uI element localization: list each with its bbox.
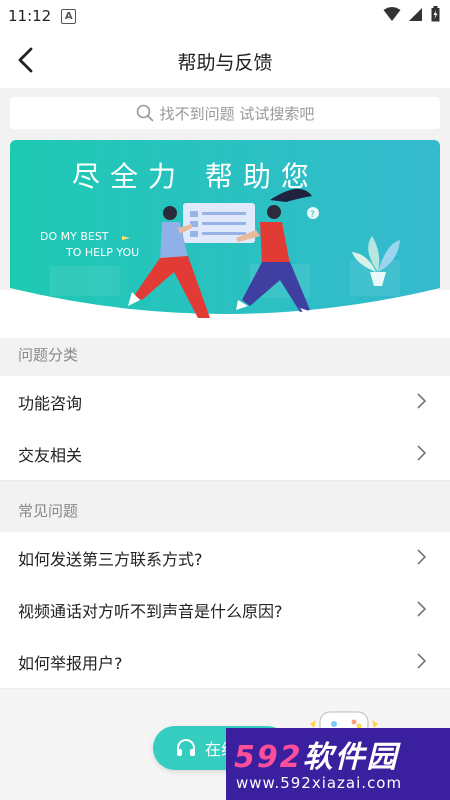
banner-line2: TO HELP YOU (65, 246, 139, 259)
app-bar: 帮助与反馈 (0, 32, 450, 88)
banner-illustration: 尽全力 帮助您 DO MY BEST TO HELP YOU ? (10, 140, 440, 318)
faq-item[interactable]: 视频通话对方听不到声音是什么原因? (0, 584, 450, 637)
category-item-friends[interactable]: 交友相关 (0, 428, 450, 481)
watermark: 592软件园 www.592xiazai.com (226, 728, 450, 800)
faq-header: 常见问题 (18, 502, 79, 520)
wifi-icon (383, 7, 401, 21)
signal-icon (409, 8, 422, 21)
category-item-function[interactable]: 功能咨询 (0, 376, 450, 429)
chevron-right-icon (417, 549, 427, 565)
chevron-right-icon (417, 653, 427, 669)
list-item-label: 如何发送第三方联系方式? (18, 550, 203, 569)
banner-line1: DO MY BEST (40, 230, 109, 243)
faq-item[interactable]: 如何发送第三方联系方式? (0, 532, 450, 585)
help-banner[interactable]: 尽全力 帮助您 DO MY BEST TO HELP YOU ? (10, 140, 440, 318)
chevron-right-icon (417, 445, 427, 461)
search-input[interactable]: 找不到问题 试试搜索吧 (10, 97, 440, 129)
status-time: 11:12 (8, 7, 52, 25)
status-icons (383, 6, 440, 22)
banner-title: 尽全力 帮助您 (72, 160, 319, 193)
list-item-label: 交友相关 (18, 446, 83, 465)
search-icon (136, 104, 153, 122)
chevron-right-icon (417, 393, 427, 409)
list-item-label: 视频通话对方听不到声音是什么原因? (18, 602, 283, 621)
watermark-url: www.592xiazai.com (236, 774, 403, 792)
headset-icon (177, 739, 195, 756)
watermark-logo: 592软件园 (234, 740, 399, 775)
chevron-right-icon (417, 601, 427, 617)
categories-header: 问题分类 (18, 346, 79, 364)
list-item-label: 如何举报用户? (18, 654, 123, 673)
battery-icon (431, 6, 440, 22)
svg-text:?: ? (310, 210, 315, 220)
faq-item[interactable]: 如何举报用户? (0, 636, 450, 689)
page-title: 帮助与反馈 (177, 52, 273, 74)
list-item-label: 功能咨询 (18, 394, 83, 413)
search-placeholder: 找不到问题 试试搜索吧 (159, 104, 315, 123)
notification-icon: A (61, 8, 77, 24)
status-bar: 11:12 A (0, 0, 450, 32)
